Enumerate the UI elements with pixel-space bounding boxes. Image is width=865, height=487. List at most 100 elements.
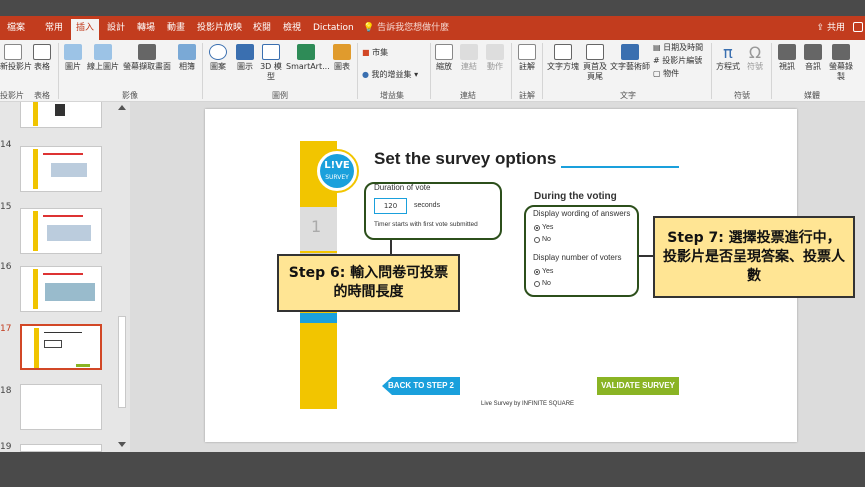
back-to-step-2-button[interactable]: BACK TO STEP 2 xyxy=(382,377,460,395)
table-icon xyxy=(33,44,51,60)
tab-transitions[interactable]: 轉場 xyxy=(137,16,155,40)
tab-dictation[interactable]: Dictation xyxy=(313,16,354,40)
thumb-title xyxy=(43,273,83,275)
group-slides-label: 投影片 xyxy=(0,91,24,100)
audio-button[interactable]: 音訊 xyxy=(801,44,825,72)
shapes-button[interactable]: 圖案 xyxy=(206,44,230,72)
display-wording-label: Display wording of answers xyxy=(533,209,631,218)
chart-button[interactable]: 圖表 xyxy=(330,44,354,72)
group-links-label: 連結 xyxy=(460,91,476,100)
tab-insert[interactable]: 插入 xyxy=(71,19,100,40)
voters-yes-label: Yes xyxy=(542,268,554,275)
speaker-icon xyxy=(804,44,822,60)
slide-thumbnail-pane: 14 15 16 17 18 19 xyxy=(0,102,130,452)
voters-yes-radio[interactable] xyxy=(534,269,540,275)
slide-thumbnail-13[interactable] xyxy=(20,102,102,128)
tab-file[interactable]: 檔案 xyxy=(7,16,25,40)
wordart-icon xyxy=(621,44,639,60)
wordart-button[interactable]: 文字藝術師 xyxy=(610,44,650,72)
my-addins-button[interactable]: ● 我的增益集 ▾ xyxy=(362,70,418,80)
object-button[interactable]: ▢ 物件 xyxy=(653,69,679,79)
thumb-content xyxy=(47,225,91,241)
audio-label: 音訊 xyxy=(805,62,821,71)
slide-number-button[interactable]: # 投影片編號 xyxy=(653,56,702,66)
date-time-button[interactable]: ▤ 日期及時間 xyxy=(653,43,703,53)
addins-icon: ● xyxy=(362,70,369,79)
tell-me-search[interactable]: 💡 告訴我您想做什麼 xyxy=(363,16,449,40)
slide-thumbnail-19[interactable] xyxy=(20,444,102,452)
scroll-down-icon[interactable] xyxy=(118,442,126,447)
tab-review[interactable]: 校閱 xyxy=(253,16,271,40)
group-media-label: 媒體 xyxy=(804,91,820,100)
tab-home[interactable]: 常用 xyxy=(45,16,63,40)
textbox-button[interactable]: 文字方塊 xyxy=(546,44,580,72)
comment-button[interactable]: 註解 xyxy=(516,44,538,72)
screenshot-button[interactable]: 螢幕擷取畫面 xyxy=(122,44,172,72)
share-button[interactable]: ⇪ 共用 xyxy=(817,16,845,40)
link-button[interactable]: 連結 xyxy=(458,44,480,72)
tab-view[interactable]: 檢視 xyxy=(283,16,301,40)
album-button[interactable]: 相簿 xyxy=(175,44,199,72)
shapes-icon xyxy=(209,44,227,60)
tab-animations[interactable]: 動畫 xyxy=(167,16,185,40)
group-tables-label: 表格 xyxy=(34,91,50,100)
icons-button[interactable]: 圖示 xyxy=(234,44,256,72)
link-label: 連結 xyxy=(461,62,477,71)
wording-no-label: No xyxy=(542,236,551,243)
comments-icon[interactable] xyxy=(853,22,863,32)
step-number: 1 xyxy=(311,217,322,236)
zoom-button[interactable]: 縮放 xyxy=(434,44,454,72)
video-label: 視訊 xyxy=(779,62,795,71)
screen-recording-button[interactable]: 螢幕錄製 xyxy=(828,44,854,82)
textbox-label: 文字方塊 xyxy=(547,62,579,71)
online-pictures-button[interactable]: 線上圖片 xyxy=(86,44,120,72)
online-pictures-label: 線上圖片 xyxy=(87,62,119,71)
powerpoint-window: 檔案 常用 插入 設計 轉場 動畫 投影片放映 校閱 檢視 Dictation … xyxy=(0,0,865,487)
table-button[interactable]: 表格 xyxy=(30,44,54,72)
separator xyxy=(58,43,59,99)
separator xyxy=(542,43,543,99)
during-voting-heading: During the voting xyxy=(534,191,617,202)
wording-yes-radio[interactable] xyxy=(534,225,540,231)
scrollbar-thumb[interactable] xyxy=(118,316,126,408)
slide-thumbnail-14[interactable] xyxy=(20,146,102,192)
voters-no-radio[interactable] xyxy=(534,281,540,287)
3d-models-button[interactable]: 3D 模型 xyxy=(258,44,284,82)
step-block-active xyxy=(300,313,337,323)
header-footer-button[interactable]: 頁首及頁尾 xyxy=(582,44,608,82)
validate-survey-button[interactable]: VALIDATE SURVEY xyxy=(597,377,679,395)
slide-thumbnail-17[interactable] xyxy=(20,324,102,370)
pictures-button[interactable]: 圖片 xyxy=(62,44,84,72)
slide-number-label: 投影片編號 xyxy=(662,56,703,65)
separator xyxy=(430,43,431,99)
store-label: 市集 xyxy=(372,48,389,57)
smartart-button[interactable]: SmartArt... xyxy=(286,44,330,72)
store-button[interactable]: ■ 市集 xyxy=(362,48,388,58)
duration-label: Duration of vote xyxy=(374,183,431,192)
tab-slideshow[interactable]: 投影片放映 xyxy=(197,16,242,40)
equation-label: 方程式 xyxy=(716,62,740,71)
slide-thumbnail-15[interactable] xyxy=(20,208,102,254)
equation-button[interactable]: π 方程式 xyxy=(714,44,742,72)
video-button[interactable]: 視訊 xyxy=(775,44,799,72)
thumb-bar xyxy=(33,211,38,251)
slide-thumbnail-16[interactable] xyxy=(20,266,102,312)
title-underline xyxy=(561,166,679,168)
duration-input[interactable]: 120 xyxy=(374,198,407,214)
screenshot-label: 螢幕擷取畫面 xyxy=(123,62,171,71)
thumb-bar xyxy=(33,269,38,309)
slide-thumbnail-18[interactable] xyxy=(20,384,102,430)
screen-recording-icon xyxy=(832,44,850,60)
thumb-bar xyxy=(33,149,38,189)
camera-icon xyxy=(138,44,156,60)
wording-no-radio[interactable] xyxy=(534,237,540,243)
tab-design[interactable]: 設計 xyxy=(107,16,125,40)
symbol-button[interactable]: Ω 符號 xyxy=(744,44,766,72)
separator xyxy=(202,43,203,99)
scroll-up-icon[interactable] xyxy=(118,105,126,110)
new-slide-button[interactable]: 新投影片 xyxy=(0,44,32,72)
separator xyxy=(711,43,712,99)
thumb-title xyxy=(44,332,82,333)
group-text-label: 文字 xyxy=(620,91,636,100)
action-button[interactable]: 動作 xyxy=(484,44,506,72)
